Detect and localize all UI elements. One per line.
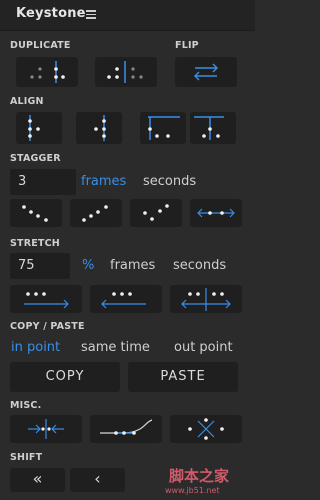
stagger-unit-seconds[interactable]: seconds [143, 174, 196, 189]
stagger-descending-button[interactable] [10, 199, 62, 227]
duplicate-right-button[interactable] [95, 57, 157, 87]
stretch-unit-percent[interactable]: % [82, 258, 94, 273]
stretch-left-button[interactable] [90, 285, 162, 313]
stretch-center-button[interactable] [170, 285, 242, 313]
misc-curve-button[interactable] [90, 415, 162, 443]
stretch-unit-frames[interactable]: frames [110, 258, 155, 273]
copy-button[interactable]: COPY [10, 362, 120, 392]
section-shift: SHIFT [10, 452, 43, 463]
stretch-unit-seconds[interactable]: seconds [173, 258, 226, 273]
shift-left-single-button[interactable]: ‹ [70, 468, 125, 492]
watermark: 脚本之家 www.jb51.net [165, 465, 255, 500]
misc-scatter-button[interactable] [170, 415, 242, 443]
paste-mode-in-point[interactable]: in point [11, 340, 60, 355]
stretch-value-input[interactable]: 75 [10, 253, 70, 279]
align-start-icon [148, 116, 180, 140]
shift-left-double-button[interactable]: « [10, 468, 65, 492]
align-end-button[interactable] [190, 112, 236, 144]
flip-button[interactable] [175, 57, 237, 87]
align-end-icon [194, 116, 224, 140]
keystone-panel: Keystone DUPLICATE FLIP ALIGN STAGGER 3 … [0, 0, 255, 500]
stretch-right-button[interactable] [10, 285, 82, 313]
section-stagger: STAGGER [10, 153, 61, 164]
section-stretch: STRETCH [10, 238, 60, 249]
paste-button[interactable]: PASTE [128, 362, 238, 392]
stagger-ascending-icon [82, 205, 108, 222]
align-out-right-button[interactable] [76, 112, 122, 144]
stagger-value-input[interactable]: 3 [10, 169, 76, 195]
section-flip: FLIP [175, 40, 199, 51]
ease-curve-icon [100, 419, 153, 435]
stretch-right-icon [24, 292, 69, 309]
scatter-icon [188, 418, 224, 440]
stagger-descending-icon [22, 205, 48, 222]
stagger-spread-icon [197, 208, 235, 218]
watermark-main-text: 脚本之家 [169, 467, 230, 485]
paste-mode-same-time[interactable]: same time [81, 340, 150, 355]
converge-icon [28, 419, 64, 439]
align-out-right-icon [94, 115, 106, 141]
stagger-random-button[interactable] [130, 199, 182, 227]
duplicate-left-icon [30, 61, 65, 83]
stagger-unit-frames[interactable]: frames [81, 174, 126, 189]
paste-mode-out-point[interactable]: out point [174, 340, 233, 355]
hamburger-icon[interactable] [86, 10, 96, 19]
stagger-random-icon [143, 204, 169, 221]
duplicate-left-button[interactable] [16, 57, 78, 87]
align-in-left-icon [28, 115, 40, 141]
section-copy-paste: COPY / PASTE [10, 321, 85, 332]
stagger-ascending-button[interactable] [70, 199, 122, 227]
section-duplicate: DUPLICATE [10, 40, 71, 51]
align-start-button[interactable] [140, 112, 186, 144]
panel-title: Keystone [16, 6, 86, 21]
flip-arrows-icon [194, 63, 218, 81]
title-bar: Keystone [0, 0, 255, 31]
section-misc: MISC. [10, 400, 42, 411]
duplicate-right-icon [107, 61, 143, 83]
watermark-url-text: www.jb51.net [165, 486, 220, 495]
misc-converge-button[interactable] [10, 415, 82, 443]
stagger-spread-button[interactable] [190, 199, 242, 227]
section-align: ALIGN [10, 96, 44, 107]
stretch-center-icon [181, 288, 231, 311]
stretch-left-icon [101, 292, 146, 309]
align-in-left-button[interactable] [16, 112, 62, 144]
